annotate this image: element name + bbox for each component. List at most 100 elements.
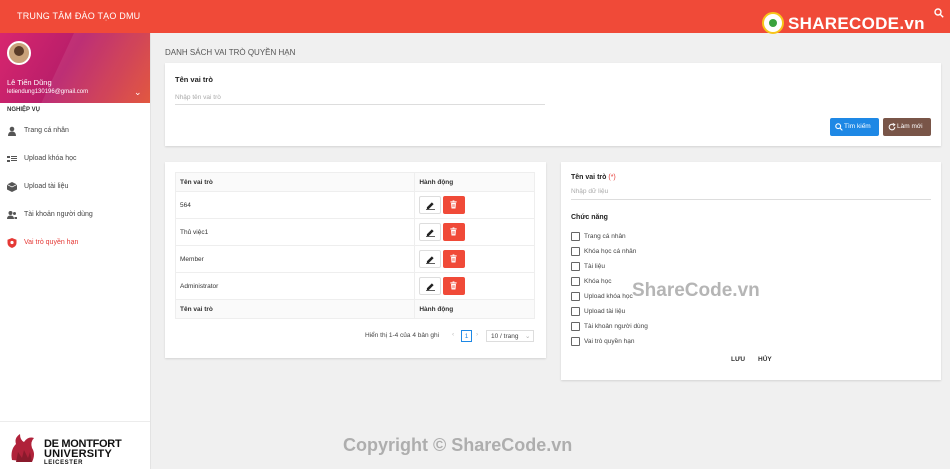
edit-button[interactable]: [419, 250, 442, 268]
edit-button[interactable]: [419, 277, 442, 295]
checkbox[interactable]: [571, 322, 580, 331]
trash-icon: [450, 281, 457, 290]
checkbox[interactable]: [571, 307, 580, 316]
edit-button[interactable]: [419, 223, 442, 241]
search-icon[interactable]: [934, 8, 944, 18]
checkbox-label: Trang cá nhân: [584, 233, 626, 240]
cancel-button[interactable]: HỦY: [758, 356, 772, 363]
sharecode-logo-text: SHARECODE.vn: [788, 14, 925, 33]
watermark-center: ShareCode.vn: [632, 280, 760, 301]
sidebar-item-label: Tài khoản người dùng: [24, 211, 93, 218]
search-button[interactable]: Tìm kiếm: [830, 118, 879, 136]
sidebar-item-upload-docs[interactable]: Upload tài liệu: [0, 173, 150, 201]
watermark-copyright: Copyright © ShareCode.vn: [343, 435, 573, 455]
user-email: letiendung130196@gmail.com: [7, 89, 89, 95]
save-button[interactable]: LƯU: [731, 356, 745, 363]
dmu-logo: DE MONTFORT UNIVERSITY LEICESTER: [0, 421, 150, 469]
dmu-logo-line3: LEICESTER: [44, 460, 84, 466]
role-name-input[interactable]: Nhập dữ liệu: [571, 186, 931, 200]
pencil-icon: [426, 229, 436, 237]
role-form-card: Tên vai trò (*) Nhập dữ liệu Chức năng T…: [561, 162, 941, 380]
checkbox-label: Upload tài liệu: [584, 308, 626, 315]
edit-button[interactable]: [419, 196, 442, 214]
pencil-icon: [426, 283, 436, 291]
required-mark: (*): [608, 174, 616, 181]
refresh-button[interactable]: Làm mới: [883, 118, 931, 136]
role-name-cell: 564: [174, 191, 416, 219]
role-name-cell: Administrator: [174, 272, 416, 300]
sidebar: Lê Tiến Dũng letiendung130196@gmail.com …: [0, 33, 151, 469]
sidebar-item-roles[interactable]: Vai trò quyền hạn: [0, 229, 150, 257]
role-name-cell: Thủ việc1: [174, 218, 416, 246]
footer-role-name: Tên vai trò: [174, 299, 416, 319]
sharecode-logo-icon: [762, 12, 784, 34]
role-name-label-text: Tên vai trò: [571, 174, 607, 181]
roles-table: Tên vai trò Hành động 564 Thủ việc1 Memb…: [174, 172, 535, 319]
box-icon: [7, 182, 17, 192]
nav-section-label: NGHIỆP VỤ: [7, 107, 40, 113]
checkbox-label: Upload khóa học: [584, 293, 633, 300]
checkbox-label: Tài liệu: [584, 263, 605, 270]
checkbox[interactable]: [571, 247, 580, 256]
checkbox-label: Khóa học: [584, 278, 612, 285]
checkbox[interactable]: [571, 262, 580, 271]
sidebar-item-label: Trang cá nhân: [24, 127, 69, 134]
refresh-icon: [888, 123, 896, 131]
role-name-label: Tên vai trò: [175, 75, 213, 84]
trash-icon: [450, 200, 457, 209]
actions-cell: [414, 272, 535, 300]
app-title: TRUNG TÂM ĐÀO TẠO DMU: [17, 11, 141, 21]
search-card: Tên vai trò Nhập tên vai trò Tìm kiếm Là…: [165, 63, 941, 146]
chevron-down-icon[interactable]: ⌄: [134, 87, 142, 98]
pencil-icon: [426, 202, 436, 210]
roles-table-card: Tên vai trò Hành động 564 Thủ việc1 Memb…: [165, 162, 546, 358]
prev-page-icon[interactable]: ‹: [452, 331, 454, 338]
delete-button[interactable]: [443, 277, 466, 295]
checkbox[interactable]: [571, 232, 580, 241]
column-header-role-name: Tên vai trò: [174, 172, 416, 192]
course-icon: [7, 156, 17, 162]
person-icon: [8, 126, 16, 136]
checkbox[interactable]: [571, 337, 580, 346]
sidebar-item-label: Upload tài liệu: [24, 183, 69, 190]
pagination-summary: Hiển thị 1-4 của 4 bản ghi: [365, 332, 440, 339]
page-title: DANH SÁCH VAI TRÒ QUYỀN HẠN: [165, 48, 296, 57]
table-row: Thủ việc1: [174, 218, 535, 246]
delete-button[interactable]: [443, 196, 466, 214]
page-size-value: 10 / trang: [491, 333, 519, 340]
next-page-icon[interactable]: ›: [476, 331, 478, 338]
checkbox[interactable]: [571, 277, 580, 286]
table-row: 564: [174, 191, 535, 219]
table-row: Administrator: [174, 272, 535, 300]
checkbox[interactable]: [571, 292, 580, 301]
role-name-label: Tên vai trò (*): [571, 174, 616, 181]
trash-icon: [450, 227, 457, 236]
users-icon: [7, 211, 17, 219]
trash-icon: [450, 254, 457, 263]
checkbox-label: Khóa học cá nhân: [584, 248, 637, 255]
page-size-select[interactable]: 10 / trang ⌄: [486, 330, 534, 342]
table-header-row: Tên vai trò Hành động: [174, 172, 535, 192]
page-button-current[interactable]: 1: [461, 330, 472, 342]
sidebar-item-upload-course[interactable]: Upload khóa học: [0, 145, 150, 173]
table-row: Member: [174, 245, 535, 273]
search-button-label: Tìm kiếm: [844, 123, 871, 130]
app-header: TRUNG TÂM ĐÀO TẠO DMU SHARECODE.vn: [0, 0, 950, 34]
pencil-icon: [426, 256, 436, 264]
avatar[interactable]: [7, 41, 31, 65]
sidebar-item-users[interactable]: Tài khoản người dùng: [0, 201, 150, 229]
footer-actions: Hành động: [414, 299, 535, 319]
checkbox-label: Vai trò quyền hạn: [584, 338, 635, 345]
dmu-logo-line2: UNIVERSITY: [44, 448, 113, 460]
role-search-input[interactable]: Nhập tên vai trò: [175, 91, 545, 105]
sidebar-item-label: Vai trò quyền hạn: [24, 239, 79, 246]
sidebar-item-profile[interactable]: Trang cá nhân: [0, 117, 150, 145]
dmu-crest-icon: [11, 434, 34, 462]
delete-button[interactable]: [443, 223, 466, 241]
actions-cell: [414, 191, 535, 219]
delete-button[interactable]: [443, 250, 466, 268]
actions-cell: [414, 218, 535, 246]
sidebar-item-label: Upload khóa học: [24, 155, 77, 162]
refresh-button-label: Làm mới: [897, 123, 923, 130]
search-icon: [835, 123, 843, 131]
